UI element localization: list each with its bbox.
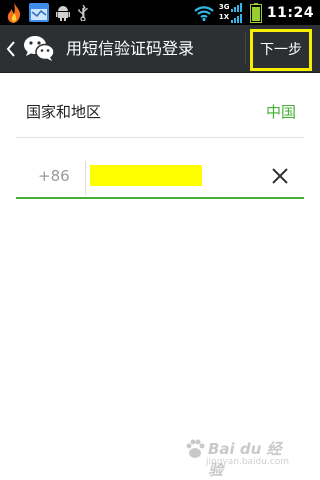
battery-icon	[249, 2, 262, 23]
clear-x-icon[interactable]	[270, 166, 290, 186]
next-step-button[interactable]: 下一步	[250, 29, 312, 71]
flame-icon	[7, 2, 21, 23]
code-separator	[85, 161, 86, 195]
calendar-app-icon	[29, 3, 49, 22]
phone-number-row: +86	[16, 155, 304, 199]
phone-number-input[interactable]	[90, 165, 202, 186]
status-bar: 3G 1X 11:24	[0, 0, 320, 25]
country-code: +86	[38, 167, 70, 185]
signal-cluster: 3G 1X	[219, 2, 245, 24]
chevron-left-icon[interactable]	[4, 39, 18, 59]
wifi-icon	[194, 5, 214, 21]
network-1x-label: 1X	[218, 12, 230, 21]
watermark-url: jingyan.baidu.com	[206, 457, 290, 467]
paw-logo-icon	[186, 439, 205, 458]
signal-1x-icon	[230, 13, 242, 23]
android-debug-icon	[56, 5, 70, 21]
country-value[interactable]: 中国	[266, 87, 296, 137]
usb-icon	[78, 4, 88, 21]
status-time: 11:24	[266, 4, 314, 21]
baidu-watermark: Bai du 经验 jingyan.baidu.com	[184, 438, 294, 479]
wechat-logo-icon	[24, 36, 55, 61]
header-divider	[245, 33, 246, 64]
country-region-row[interactable]: 国家和地区 中国	[16, 87, 304, 138]
page-title: 用短信验证码登录	[66, 39, 195, 58]
network-3g-label: 3G	[218, 2, 230, 11]
signal-3g-icon	[230, 2, 242, 12]
title-bar: 用短信验证码登录 下一步	[0, 25, 320, 73]
country-region-label: 国家和地区	[26, 103, 102, 121]
